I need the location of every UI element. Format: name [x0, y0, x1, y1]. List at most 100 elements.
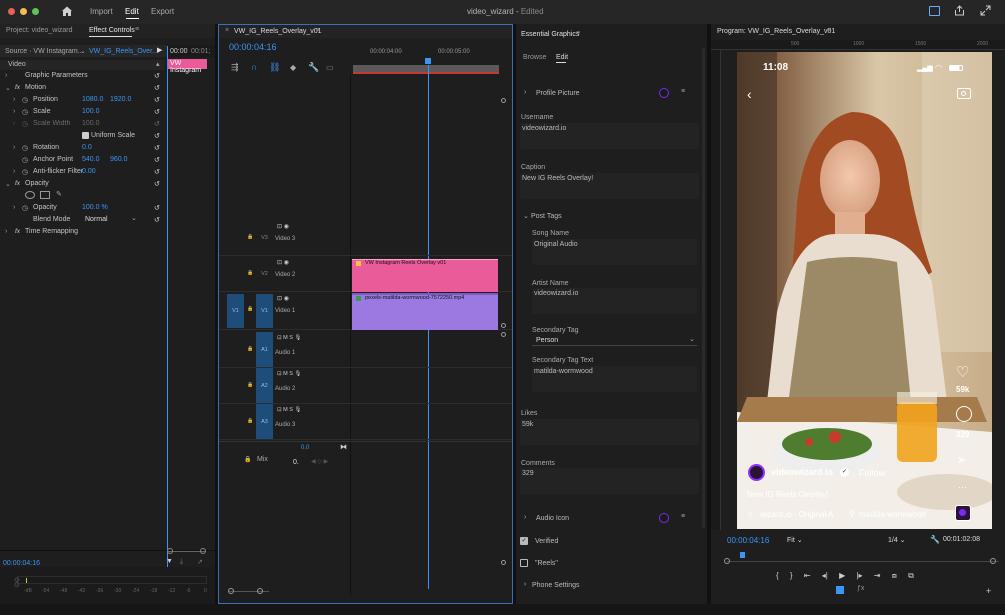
audio-controls-icon[interactable]: ⊡ M S 🎙	[277, 335, 301, 341]
share-icon[interactable]	[954, 5, 965, 16]
heart-icon[interactable]: ♡	[956, 363, 969, 381]
track-a3[interactable]: A3 🔒 ⊡ M S 🎙 Audio 3	[219, 404, 512, 440]
resolution-select[interactable]: 1/4 ⌄	[888, 536, 906, 544]
nest-icon[interactable]: ⇶	[231, 62, 239, 73]
opacity-group-row[interactable]: ⌄ fx Opacity ↺	[0, 179, 165, 190]
close-tab-icon[interactable]: ×	[225, 27, 229, 34]
eg-scrollbar[interactable]	[702, 48, 705, 528]
scroll-up-icon[interactable]: ▴	[156, 60, 160, 68]
effect-controls-tab[interactable]: Effect Controls	[89, 27, 135, 34]
menu-icon[interactable]: ≡	[681, 88, 685, 95]
track-target-v3[interactable]: V3	[256, 220, 273, 256]
close-window-button[interactable]	[8, 8, 15, 15]
chevron-right-icon[interactable]: ›	[524, 514, 526, 521]
verified-checkbox[interactable]: ✓	[520, 537, 528, 545]
ec-zoom-handle-right[interactable]	[200, 548, 206, 554]
h-zoom-handle-left[interactable]	[228, 588, 234, 594]
zoom-window-button[interactable]	[32, 8, 39, 15]
motion-row[interactable]: ⌄ fx Motion ↺	[0, 83, 165, 94]
song-name-field[interactable]: Original Audio	[532, 239, 697, 265]
video-preview[interactable]: 11:08 ▂▄▆ ◠ ‹ ♡ 59k 329 ➢ videowizard.io…	[737, 52, 992, 529]
track-a1[interactable]: A1 🔒 ⊡ M S 🎙 Audio 1	[219, 332, 512, 368]
source-label[interactable]: Source · VW Instagram...	[5, 48, 84, 55]
ec-zoom-handle-left[interactable]	[167, 548, 173, 554]
fullscreen-icon[interactable]	[980, 5, 991, 16]
mark-out-icon[interactable]: }	[790, 571, 793, 580]
timeline-menu-icon[interactable]: ≡	[316, 27, 320, 34]
program-scrubber[interactable]	[727, 561, 999, 562]
v-scroll-handle-video[interactable]	[501, 323, 506, 328]
source-patch-v1[interactable]: V1	[227, 294, 244, 328]
mix-level[interactable]: 0.	[293, 459, 299, 466]
graphic-parameters-row[interactable]: › Graphic Parameters ↺	[0, 71, 165, 82]
audio-icon-swatch[interactable]	[659, 513, 669, 523]
filter-icon[interactable]: ▼	[166, 558, 173, 565]
secondary-tag-text-field[interactable]: matilda-wormwood	[532, 366, 697, 392]
compare-icon[interactable]	[836, 586, 844, 594]
lock-icon[interactable]: 🔒	[247, 418, 253, 424]
ec-clip-bar[interactable]: VW Instagram	[168, 59, 207, 74]
source-dropdown-icon[interactable]: ⌄	[80, 47, 86, 55]
fx-icon[interactable]: ƒx	[857, 585, 864, 592]
track-target-a1[interactable]: A1	[256, 332, 273, 368]
wrench-icon[interactable]: 🔧	[308, 62, 319, 73]
sequence-tab[interactable]: VW_IG_Reels_Overlay_v01	[234, 28, 322, 35]
home-icon[interactable]	[61, 5, 73, 17]
wrench-icon[interactable]: 🔧	[930, 535, 940, 544]
lock-icon[interactable]: 🔒	[247, 306, 253, 312]
anti-flicker-row[interactable]: › ◷ Anti-flicker Filter 0.00 ↺	[0, 167, 165, 178]
playhead-handle[interactable]	[425, 58, 431, 64]
import-tab[interactable]: Import	[90, 7, 113, 16]
track-target-v1[interactable]: V1	[256, 294, 273, 328]
step-forward-icon[interactable]: |▸	[856, 571, 862, 580]
blend-mode-row[interactable]: Blend Mode Normal ⌄ ↺	[0, 215, 165, 226]
workspace-icon[interactable]	[929, 6, 940, 16]
eye-icon[interactable]: ⊡ ◉	[277, 223, 289, 230]
caption-field[interactable]: New IG Reels Overlay!	[520, 173, 699, 199]
scrubber-handle-left[interactable]	[724, 558, 730, 564]
lock-icon[interactable]: 🔒	[247, 234, 253, 240]
edit-tab-eg[interactable]: Edit	[556, 54, 568, 61]
add-button-icon[interactable]: +	[986, 586, 991, 596]
track-target-a3[interactable]: A3	[256, 404, 273, 440]
mark-in-icon[interactable]: {	[776, 571, 779, 580]
linked-selection-icon[interactable]: ⛓	[269, 62, 280, 73]
uniform-scale-row[interactable]: Uniform Scale ↺	[0, 131, 165, 142]
lock-icon[interactable]: 🔒	[247, 270, 253, 276]
h-zoom-bar[interactable]	[229, 591, 269, 592]
edit-tab[interactable]: Edit	[125, 7, 139, 16]
mix-level-top[interactable]: 0.0	[301, 445, 309, 451]
browse-tab[interactable]: Browse	[523, 54, 546, 61]
panel-menu-icon[interactable]: ≡	[135, 26, 139, 33]
mix-prev-icon[interactable]: ◀ ◇ ▶	[311, 458, 328, 465]
position-row[interactable]: › ◷ Position 1080.0 1920.0 ↺	[0, 95, 165, 106]
scale-row[interactable]: › ◷ Scale 100.0 ↺	[0, 107, 165, 118]
anchor-point-row[interactable]: ◷ Anchor Point 540.0 960.0 ↺	[0, 155, 165, 166]
timeline-timecode[interactable]: 00:00:04:16	[229, 42, 277, 52]
expand-arrow-icon[interactable]: ▶	[157, 46, 162, 54]
back-arrow-icon[interactable]: ‹	[747, 86, 752, 102]
insert-icon[interactable]: ⧈	[892, 571, 897, 580]
add-marker-icon[interactable]: ◆	[290, 63, 296, 72]
go-to-out-icon[interactable]: ⇥	[874, 571, 881, 580]
camera-icon[interactable]	[957, 88, 971, 99]
lock-icon[interactable]: 🔒	[244, 456, 251, 463]
lock-icon[interactable]: 🔒	[247, 346, 253, 352]
secondary-tag-select[interactable]: Person ⌄	[532, 336, 697, 346]
chevron-down-icon[interactable]: ⌄	[523, 212, 529, 220]
menu-icon[interactable]: ≡	[681, 513, 685, 520]
v-scroll-handle[interactable]	[501, 98, 506, 103]
audio-thumb-icon[interactable]	[955, 505, 971, 521]
mix-end-icon[interactable]: ⧓	[340, 443, 347, 451]
h-zoom-handle-right[interactable]	[257, 588, 263, 594]
username-field[interactable]: videowizard.io	[520, 123, 699, 149]
program-playhead[interactable]	[740, 552, 745, 558]
v-scroll-handle-audio[interactable]	[501, 332, 506, 337]
lock-icon[interactable]: 🔒	[247, 382, 253, 388]
reels-checkbox[interactable]	[520, 559, 528, 567]
clip-reels-overlay[interactable]: VW Instagram Reels Overlay v01	[352, 259, 498, 292]
program-menu-icon[interactable]: ≡	[827, 27, 831, 34]
clip-pexels-video[interactable]: pexels-matilda-wormwood-7572250.mp4	[352, 293, 498, 330]
project-tab[interactable]: Project: video_wizard	[6, 27, 73, 34]
eye-icon[interactable]: ⊡ ◉	[277, 259, 289, 266]
